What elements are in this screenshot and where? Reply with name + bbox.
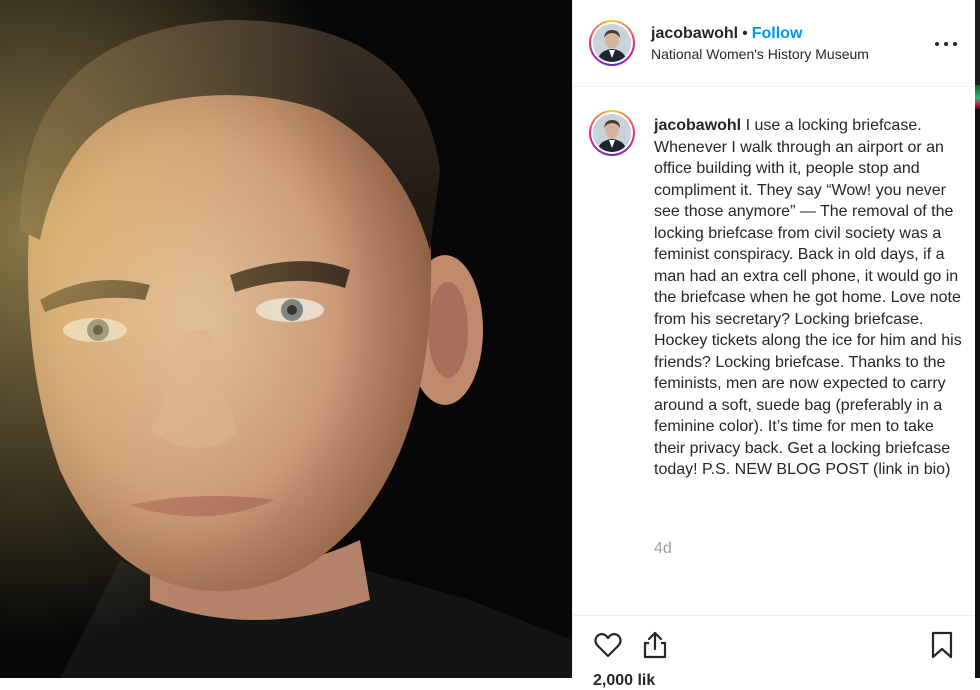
post-photo[interactable] <box>0 0 572 678</box>
action-bar: 2,000 lik <box>573 615 975 689</box>
separator-dot: • <box>742 25 748 42</box>
post-panel: jacobawohl • Follow National Women's Histo… <box>572 0 975 689</box>
bookmark-icon[interactable] <box>927 630 957 660</box>
caption-text: jacobawohl I use a locking briefcase. Wh… <box>654 115 966 481</box>
more-options-icon[interactable] <box>935 34 957 54</box>
heart-icon[interactable] <box>593 630 623 660</box>
caption-avatar[interactable] <box>589 110 635 156</box>
portrait-image <box>0 0 572 678</box>
caption-profile-photo <box>593 114 631 152</box>
likes-count[interactable]: 2,000 lik <box>593 672 655 690</box>
post-timestamp[interactable]: 4d <box>654 540 672 558</box>
post-header: jacobawohl • Follow National Women's Histo… <box>573 0 975 87</box>
location-link[interactable]: National Women's History Museum <box>651 44 869 64</box>
profile-photo <box>593 24 631 62</box>
follow-button[interactable]: Follow <box>752 25 803 42</box>
avatar[interactable] <box>589 20 635 66</box>
share-icon[interactable] <box>640 630 670 660</box>
caption-username[interactable]: jacobawohl <box>654 117 741 134</box>
header-username[interactable]: jacobawohl <box>651 25 738 42</box>
caption-body: I use a locking briefcase. Whenever I wa… <box>654 117 962 478</box>
